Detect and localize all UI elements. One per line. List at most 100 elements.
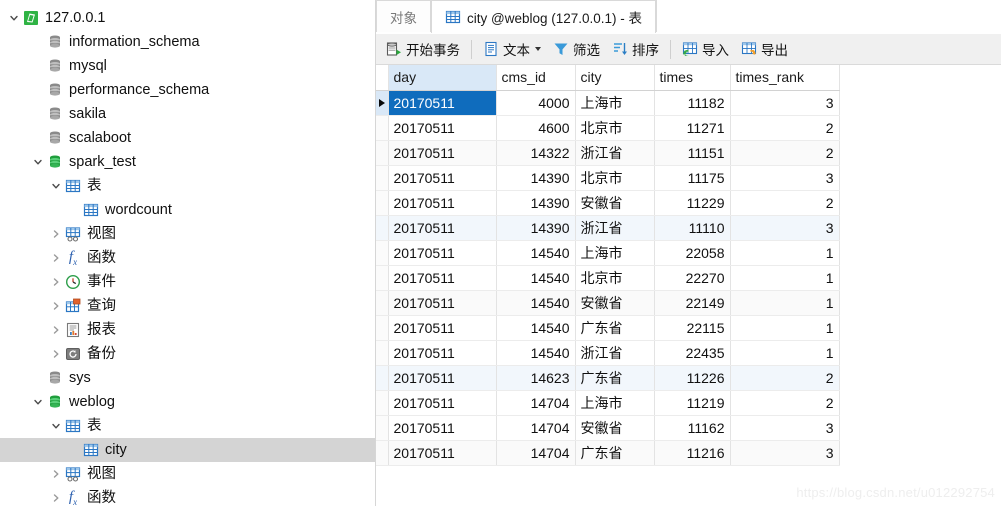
- row-gutter[interactable]: [376, 440, 389, 466]
- cell-day[interactable]: 20170511: [388, 340, 497, 366]
- row-gutter[interactable]: [376, 115, 389, 141]
- cell-cms_id[interactable]: 14704: [496, 440, 576, 466]
- row-gutter[interactable]: [376, 340, 389, 366]
- cell-day[interactable]: 20170511: [388, 390, 497, 416]
- toolbar-button-text-document[interactable]: 文本: [477, 36, 547, 62]
- row-gutter[interactable]: [376, 415, 389, 441]
- cell-times_rank[interactable]: 1: [730, 340, 840, 366]
- chevron-right-icon[interactable]: [48, 222, 64, 246]
- row-gutter[interactable]: [376, 215, 389, 241]
- tree-item-视图[interactable]: 视图: [0, 462, 375, 486]
- cell-day[interactable]: 20170511: [388, 140, 497, 166]
- chevron-right-icon[interactable]: [48, 294, 64, 318]
- tree-item-wordcount[interactable]: wordcount: [0, 198, 375, 222]
- row-gutter[interactable]: [376, 390, 389, 416]
- cell-day[interactable]: 20170511: [388, 440, 497, 466]
- cell-cms_id[interactable]: 4000: [496, 90, 576, 116]
- chevron-down-icon[interactable]: [48, 174, 64, 198]
- cell-times[interactable]: 22058: [654, 240, 731, 266]
- grid-body[interactable]: 20170511 4000 上海市 11182 3 20170511 4600 北京市 1127…: [376, 90, 840, 466]
- row-gutter[interactable]: [376, 290, 389, 316]
- table-row[interactable]: 20170511 14540 广东省 22115 1: [376, 315, 840, 341]
- table-row[interactable]: 20170511 14540 上海市 22058 1: [376, 240, 840, 266]
- cell-times[interactable]: 11162: [654, 415, 731, 441]
- cell-city[interactable]: 浙江省: [575, 215, 655, 241]
- chevron-right-icon[interactable]: [48, 246, 64, 270]
- cell-cms_id[interactable]: 14623: [496, 365, 576, 391]
- cell-times_rank[interactable]: 1: [730, 290, 840, 316]
- row-gutter[interactable]: [376, 165, 389, 191]
- cell-times_rank[interactable]: 2: [730, 115, 840, 141]
- cell-times_rank[interactable]: 2: [730, 365, 840, 391]
- tree-item-mysql[interactable]: mysql: [0, 54, 375, 78]
- column-header-city[interactable]: city: [575, 65, 655, 91]
- tab-table-city[interactable]: city @weblog (127.0.0.1) - 表: [431, 0, 657, 33]
- tree-item-表[interactable]: 表: [0, 174, 375, 198]
- cell-times[interactable]: 11226: [654, 365, 731, 391]
- tab-objects[interactable]: 对象: [376, 0, 431, 33]
- table-row[interactable]: 20170511 4600 北京市 11271 2: [376, 115, 840, 141]
- cell-times[interactable]: 11175: [654, 165, 731, 191]
- cell-city[interactable]: 北京市: [575, 115, 655, 141]
- cell-times[interactable]: 22149: [654, 290, 731, 316]
- chevron-down-icon[interactable]: [6, 6, 22, 30]
- cell-city[interactable]: 安徽省: [575, 190, 655, 216]
- cell-day[interactable]: 20170511: [388, 415, 497, 441]
- toolbar-button-filter-funnel[interactable]: 筛选: [547, 36, 606, 62]
- table-row[interactable]: 20170511 14390 北京市 11175 3: [376, 165, 840, 191]
- tree-item-127.0.0.1[interactable]: 127.0.0.1: [0, 6, 375, 30]
- column-header-times_rank[interactable]: times_rank: [730, 65, 840, 91]
- tree-item-performance_schema[interactable]: performance_schema: [0, 78, 375, 102]
- tree-item-spark_test[interactable]: spark_test: [0, 150, 375, 174]
- tab-strip[interactable]: 对象 city @weblog (127.0.0.1) - 表: [376, 0, 1001, 34]
- cell-day[interactable]: 20170511: [388, 290, 497, 316]
- cell-times_rank[interactable]: 2: [730, 140, 840, 166]
- tree-item-表[interactable]: 表: [0, 414, 375, 438]
- tree-item-备份[interactable]: 备份: [0, 342, 375, 366]
- cell-times[interactable]: 11182: [654, 90, 731, 116]
- table-row[interactable]: 20170511 14322 浙江省 11151 2: [376, 140, 840, 166]
- tree-item-information_schema[interactable]: information_schema: [0, 30, 375, 54]
- tree-item-函数[interactable]: fx 函数: [0, 486, 375, 506]
- cell-city[interactable]: 广东省: [575, 365, 655, 391]
- tree-item-报表[interactable]: 报表: [0, 318, 375, 342]
- cell-day[interactable]: 20170511: [388, 215, 497, 241]
- cell-city[interactable]: 浙江省: [575, 140, 655, 166]
- cell-day[interactable]: 20170511: [388, 365, 497, 391]
- row-gutter[interactable]: [376, 265, 389, 291]
- cell-cms_id[interactable]: 14704: [496, 415, 576, 441]
- cell-times_rank[interactable]: 1: [730, 315, 840, 341]
- cell-city[interactable]: 广东省: [575, 440, 655, 466]
- table-row[interactable]: 20170511 14390 浙江省 11110 3: [376, 215, 840, 241]
- toolbar-button-sort-descending[interactable]: 排序: [606, 36, 665, 62]
- toolbar-button-begin-transaction[interactable]: 开始事务: [380, 36, 466, 62]
- chevron-right-icon[interactable]: [48, 270, 64, 294]
- chevron-down-icon[interactable]: [535, 47, 541, 51]
- table-row[interactable]: 20170511 14390 安徽省 11229 2: [376, 190, 840, 216]
- database-tree[interactable]: 127.0.0.1 information_schema mysql performa…: [0, 6, 375, 506]
- cell-cms_id[interactable]: 14540: [496, 240, 576, 266]
- chevron-down-icon[interactable]: [48, 414, 64, 438]
- cell-times_rank[interactable]: 1: [730, 240, 840, 266]
- current-row-indicator-icon[interactable]: [376, 90, 389, 116]
- table-row[interactable]: 20170511 14704 安徽省 11162 3: [376, 415, 840, 441]
- grid-header[interactable]: day cms_id city times times_rank: [376, 65, 840, 91]
- tree-item-sakila[interactable]: sakila: [0, 102, 375, 126]
- column-header-cms_id[interactable]: cms_id: [496, 65, 576, 91]
- cell-times_rank[interactable]: 3: [730, 415, 840, 441]
- table-row[interactable]: 20170511 14540 浙江省 22435 1: [376, 340, 840, 366]
- cell-city[interactable]: 上海市: [575, 90, 655, 116]
- cell-times_rank[interactable]: 1: [730, 265, 840, 291]
- tree-item-sys[interactable]: sys: [0, 366, 375, 390]
- column-header-day[interactable]: day: [388, 65, 497, 91]
- cell-times[interactable]: 11219: [654, 390, 731, 416]
- chevron-right-icon[interactable]: [48, 462, 64, 486]
- cell-times[interactable]: 22270: [654, 265, 731, 291]
- cell-cms_id[interactable]: 14540: [496, 265, 576, 291]
- row-gutter[interactable]: [376, 240, 389, 266]
- tree-item-查询[interactable]: 查询: [0, 294, 375, 318]
- cell-times_rank[interactable]: 2: [730, 390, 840, 416]
- cell-times[interactable]: 11271: [654, 115, 731, 141]
- toolbar-button-export[interactable]: 导出: [735, 36, 794, 62]
- cell-city[interactable]: 安徽省: [575, 415, 655, 441]
